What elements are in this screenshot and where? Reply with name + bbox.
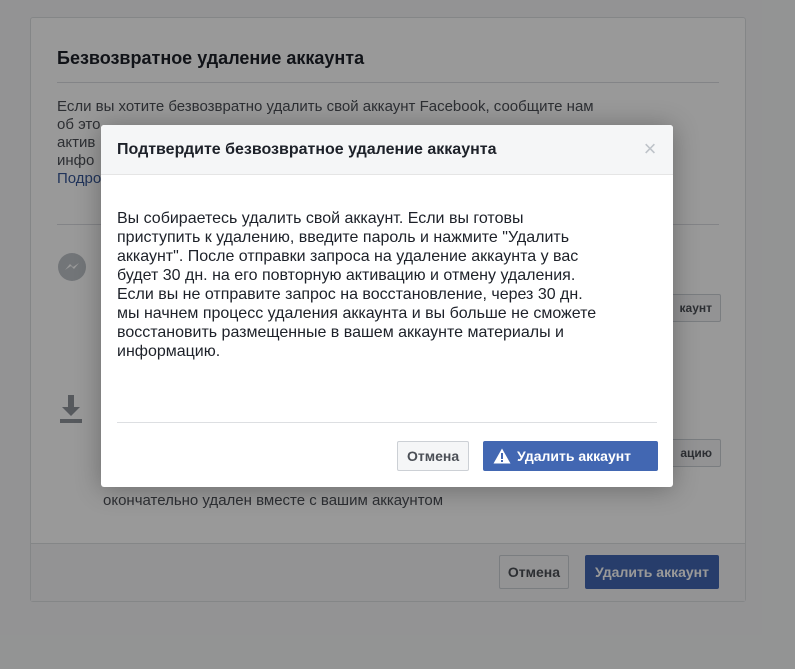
- dialog-header: Подтвердите безвозвратное удаление аккау…: [101, 125, 673, 175]
- dialog-cancel-button[interactable]: Отмена: [397, 441, 470, 471]
- dialog-body-line: аккаунт". После отправки запроса на удал…: [117, 248, 579, 265]
- dialog-title: Подтвердите безвозвратное удаление аккау…: [117, 141, 497, 158]
- dialog-divider: [117, 422, 657, 423]
- confirm-delete-dialog: Подтвердите безвозвратное удаление аккау…: [101, 125, 673, 487]
- dialog-body-line: мы начнем процесс удаления аккаунта и вы…: [117, 305, 597, 322]
- dialog-body-line: Если вы не отправите запрос на восстанов…: [117, 286, 583, 303]
- dialog-body: Вы собираетесь удалить свой аккаунт. Есл…: [117, 209, 659, 361]
- dialog-delete-account-button[interactable]: Удалить аккаунт: [483, 441, 658, 471]
- dialog-delete-label: Удалить аккаунт: [517, 448, 632, 464]
- dialog-body-line: информацию.: [117, 343, 221, 360]
- dialog-body-line: приступить к удалению, введите пароль и …: [117, 229, 570, 246]
- close-icon[interactable]: ×: [641, 138, 659, 160]
- warning-icon: [493, 448, 511, 464]
- dialog-body-line: Вы собираетесь удалить свой аккаунт. Есл…: [117, 210, 524, 227]
- dialog-body-line: восстановить размещенные в вашем аккаунт…: [117, 324, 564, 341]
- dialog-body-line: будет 30 дн. на его повторную активацию …: [117, 267, 576, 284]
